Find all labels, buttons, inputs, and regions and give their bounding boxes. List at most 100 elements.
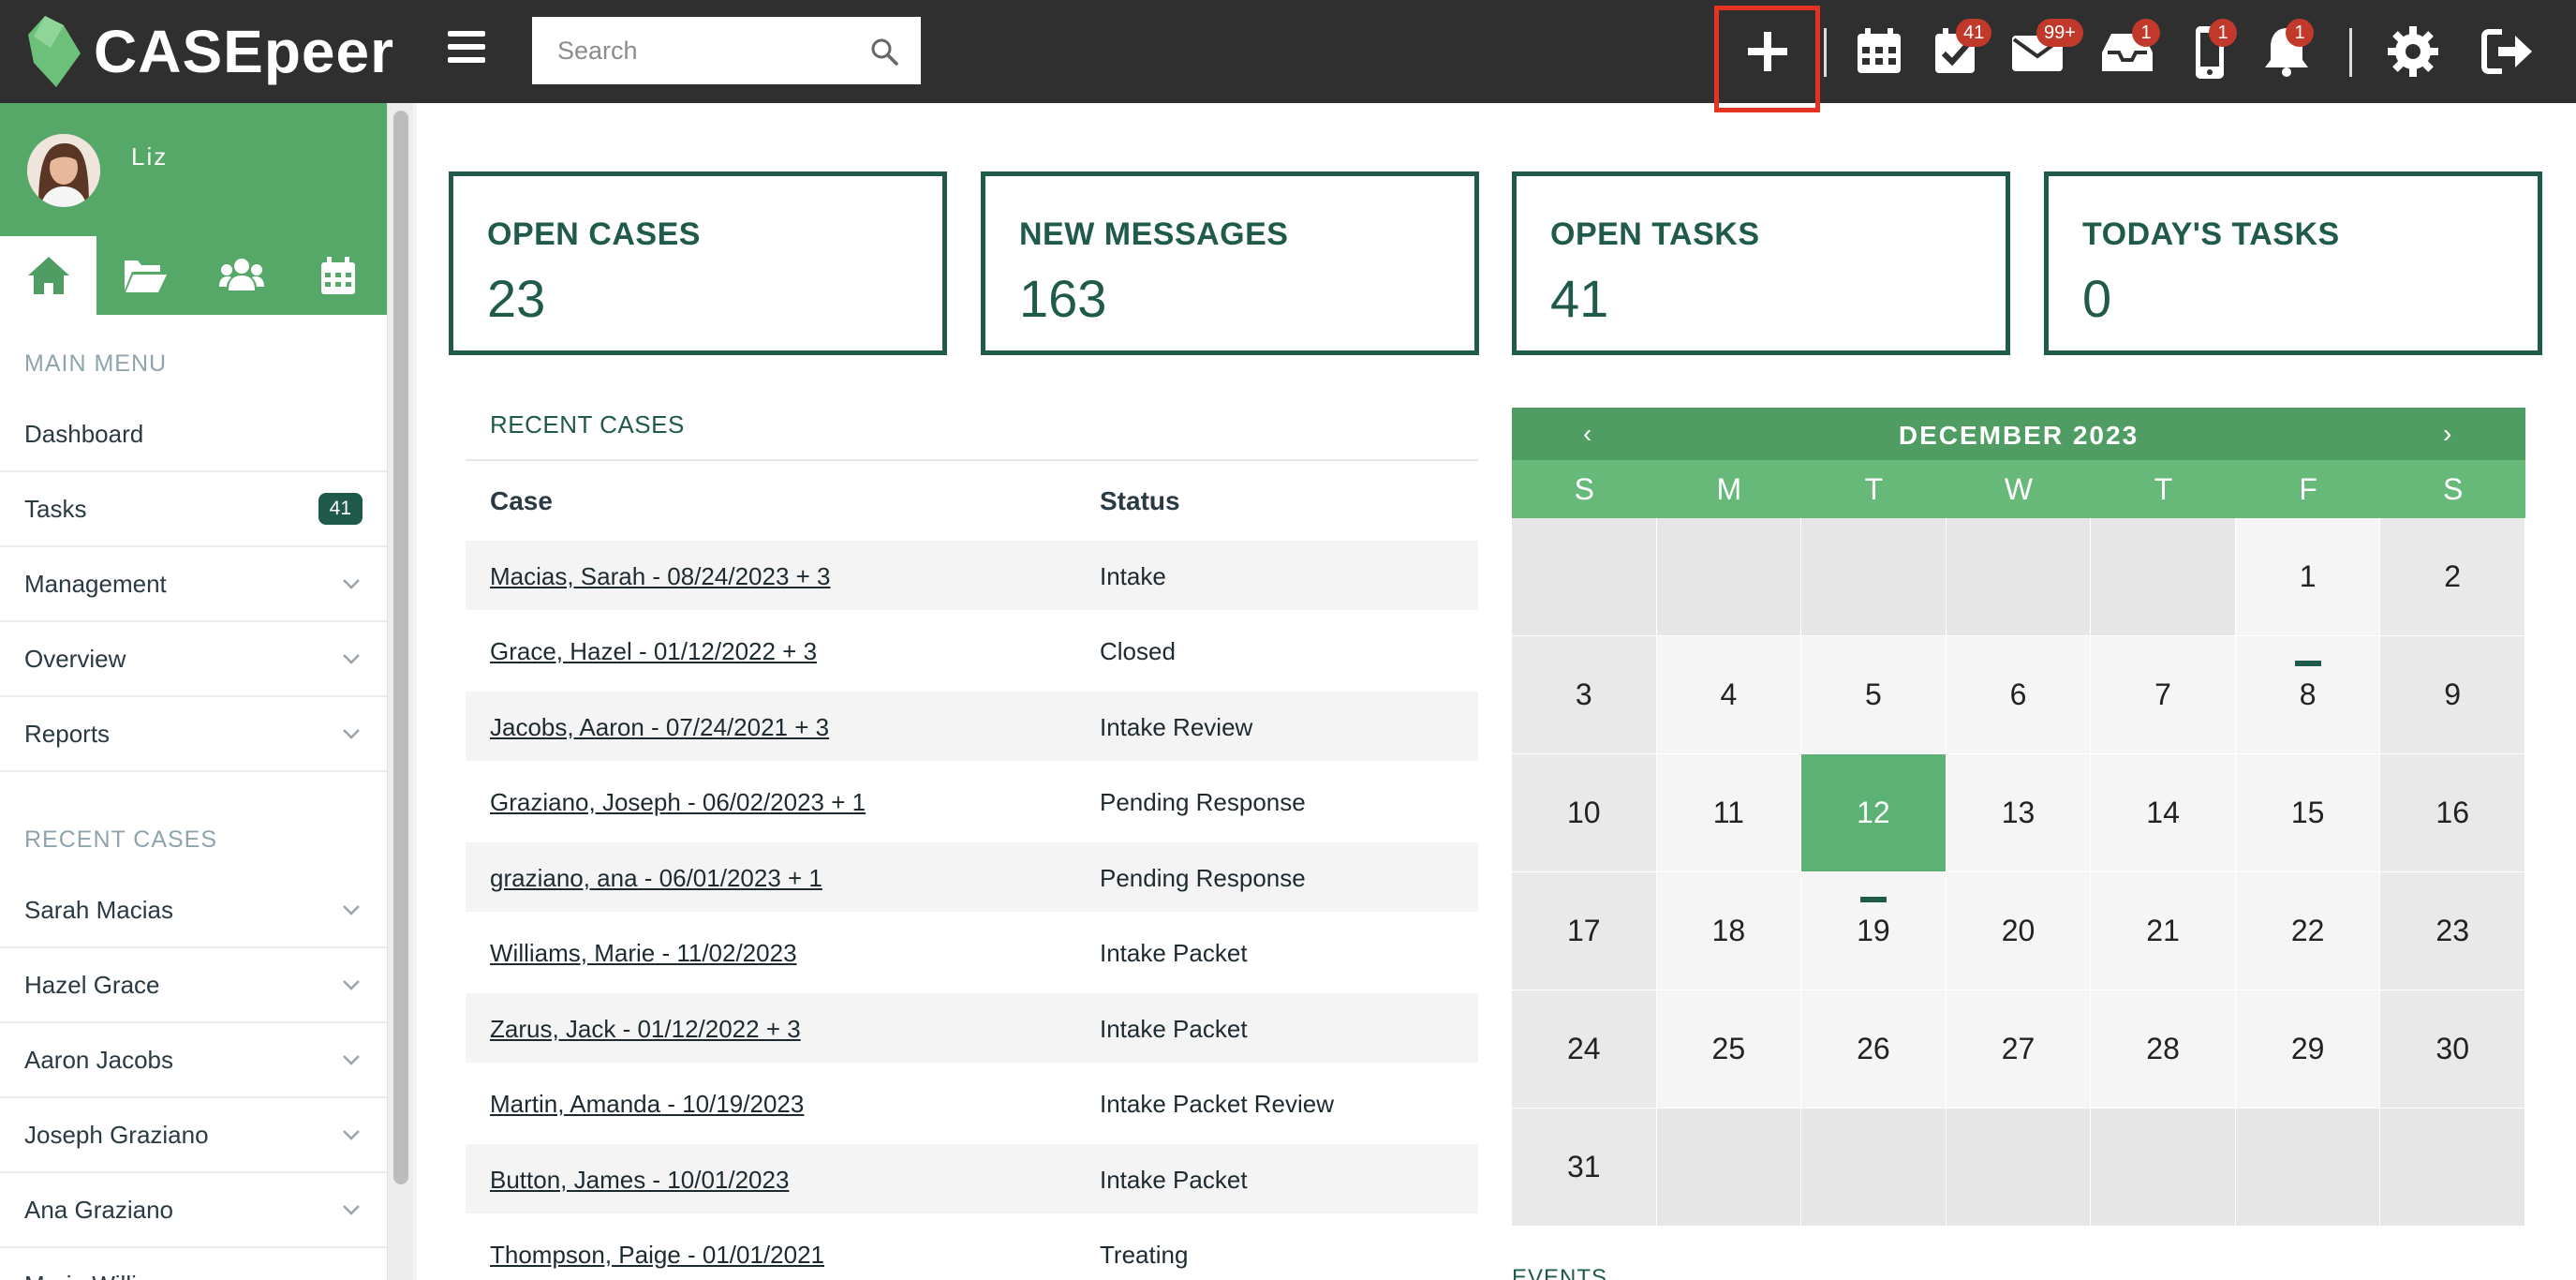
stat-card-open-tasks[interactable]: OPEN TASKS 41 xyxy=(1512,171,2010,355)
calendar-day[interactable]: 9 xyxy=(2380,636,2525,754)
stat-card-todays-tasks[interactable]: TODAY'S TASKS 0 xyxy=(2044,171,2542,355)
calendar-day[interactable]: 25 xyxy=(1656,990,1802,1109)
case-link[interactable]: Grace, Hazel - 01/12/2022 + 3 xyxy=(490,637,817,666)
sidebar-recent-case[interactable]: Ana Graziano xyxy=(0,1173,387,1248)
calendar-day[interactable]: 6 xyxy=(1946,636,2092,754)
sidebar-item-management[interactable]: Management xyxy=(0,547,387,622)
sidebar-scrollbar-thumb[interactable] xyxy=(393,111,408,1184)
case-link[interactable]: Martin, Amanda - 10/19/2023 xyxy=(490,1090,804,1119)
sidebar-item-overview[interactable]: Overview xyxy=(0,622,387,697)
sidebar-recent-case[interactable]: Marie Williams xyxy=(0,1248,387,1280)
phone-icon[interactable]: 1 xyxy=(2183,19,2237,79)
bell-icon[interactable]: 1 xyxy=(2259,19,2314,79)
table-row[interactable]: graziano, ana - 06/01/2023 + 1 Pending R… xyxy=(466,842,1478,912)
calendar-day-today[interactable]: 12 xyxy=(1801,754,1947,872)
calendar-day[interactable]: 7 xyxy=(2091,636,2236,754)
calendar-day[interactable]: 13 xyxy=(1946,754,2092,872)
sidebar-item-label: Overview xyxy=(24,645,126,673)
sidebar-item-reports[interactable]: Reports xyxy=(0,697,387,772)
case-link[interactable]: Jacobs, Aaron - 07/24/2021 + 3 xyxy=(490,713,829,742)
mail-icon[interactable]: 99+ xyxy=(2010,19,2083,79)
calendar-day[interactable]: 1 xyxy=(2235,518,2381,636)
table-row[interactable]: Macias, Sarah - 08/24/2023 + 3 Intake xyxy=(466,541,1478,610)
calendar-day[interactable]: 24 xyxy=(1512,990,1657,1109)
calendar-day-number: 5 xyxy=(1865,677,1882,711)
avatar[interactable] xyxy=(27,134,100,207)
case-link[interactable]: Williams, Marie - 11/02/2023 xyxy=(490,939,797,968)
stat-card-new-messages[interactable]: NEW MESSAGES 163 xyxy=(981,171,1479,355)
sidebar-item-tasks[interactable]: Tasks 41 xyxy=(0,472,387,547)
tab-cases[interactable] xyxy=(96,236,193,315)
table-row[interactable]: Martin, Amanda - 10/19/2023 Intake Packe… xyxy=(466,1068,1478,1138)
calendar-day-number: 23 xyxy=(2435,914,2469,947)
table-row[interactable]: Button, James - 10/01/2023 Intake Packet xyxy=(466,1144,1478,1213)
case-link[interactable]: Button, James - 10/01/2023 xyxy=(490,1166,789,1195)
stat-card-open-cases[interactable]: OPEN CASES 23 xyxy=(449,171,947,355)
calendar-day[interactable]: 28 xyxy=(2091,990,2236,1109)
calendar-day[interactable]: 17 xyxy=(1512,872,1657,990)
table-row[interactable]: Graziano, Joseph - 06/02/2023 + 1 Pendin… xyxy=(466,767,1478,836)
case-status: Intake Packet Review xyxy=(1100,1090,1335,1118)
chevron-down-icon xyxy=(343,1055,360,1065)
sidebar-recent-case[interactable]: Joseph Graziano xyxy=(0,1098,387,1173)
calendar-day-number: 21 xyxy=(2146,914,2180,947)
menu-toggle-icon[interactable] xyxy=(448,31,485,68)
table-row[interactable]: Thompson, Paige - 01/01/2021 Treating xyxy=(466,1219,1478,1280)
tasks-icon[interactable]: 41 xyxy=(1930,19,1992,79)
case-link[interactable]: Zarus, Jack - 01/12/2022 + 3 xyxy=(490,1015,801,1044)
calendar-day[interactable]: 31 xyxy=(1512,1109,1657,1227)
logo-mark-icon xyxy=(28,16,81,87)
top-bar: CASEpeer 41 xyxy=(0,0,2576,112)
case-link[interactable]: graziano, ana - 06/01/2023 + 1 xyxy=(490,864,822,893)
calendar-day[interactable]: 23 xyxy=(2380,872,2525,990)
search-icon[interactable] xyxy=(870,37,898,66)
calendar-day[interactable]: 19 xyxy=(1801,872,1947,990)
case-link[interactable]: Thompson, Paige - 01/01/2021 xyxy=(490,1241,824,1270)
case-link[interactable]: Graziano, Joseph - 06/02/2023 + 1 xyxy=(490,788,866,817)
calendar-day[interactable]: 27 xyxy=(1946,990,2092,1109)
sidebar-recent-case[interactable]: Sarah Macias xyxy=(0,873,387,948)
calendar-day[interactable]: 21 xyxy=(2091,872,2236,990)
calendar-day[interactable]: 18 xyxy=(1656,872,1802,990)
calendar-empty-cell xyxy=(2091,1109,2236,1227)
calendar-day[interactable]: 14 xyxy=(2091,754,2236,872)
calendar-day[interactable]: 3 xyxy=(1512,636,1657,754)
case-status: Intake Review xyxy=(1100,713,1253,741)
calendar-day[interactable]: 15 xyxy=(2235,754,2381,872)
search-input[interactable] xyxy=(532,17,860,84)
case-link[interactable]: Macias, Sarah - 08/24/2023 + 3 xyxy=(490,562,831,591)
sidebar-item-dashboard[interactable]: Dashboard xyxy=(0,397,387,472)
gear-icon[interactable] xyxy=(2386,24,2440,79)
table-row[interactable]: Zarus, Jack - 01/12/2022 + 3 Intake Pack… xyxy=(466,993,1478,1063)
calendar-day-number: 1 xyxy=(2299,559,2317,593)
calendar-day[interactable]: 22 xyxy=(2235,872,2381,990)
calendar-day[interactable]: 11 xyxy=(1656,754,1802,872)
column-header-status[interactable]: Status xyxy=(1100,486,1180,516)
tab-calendar[interactable] xyxy=(290,236,387,315)
tab-contacts[interactable] xyxy=(194,236,290,315)
inbox-icon[interactable]: 1 xyxy=(2100,19,2160,79)
sidebar-recent-case[interactable]: Hazel Grace xyxy=(0,948,387,1023)
calendar-icon[interactable] xyxy=(1852,24,1906,79)
calendar-day[interactable]: 5 xyxy=(1801,636,1947,754)
calendar-day[interactable]: 29 xyxy=(2235,990,2381,1109)
logo[interactable]: CASEpeer xyxy=(28,9,394,94)
calendar-day[interactable]: 2 xyxy=(2380,518,2525,636)
calendar-day[interactable]: 16 xyxy=(2380,754,2525,872)
column-header-case[interactable]: Case xyxy=(490,486,553,516)
calendar-day[interactable]: 20 xyxy=(1946,872,2092,990)
tab-home[interactable] xyxy=(0,236,97,315)
logout-icon[interactable] xyxy=(2480,24,2534,79)
calendar-day[interactable]: 4 xyxy=(1656,636,1802,754)
calendar-day[interactable]: 30 xyxy=(2380,990,2525,1109)
table-row[interactable]: Grace, Hazel - 01/12/2022 + 3 Closed xyxy=(466,616,1478,685)
calendar-day[interactable]: 26 xyxy=(1801,990,1947,1109)
calendar-next-button[interactable]: › xyxy=(2443,419,2451,449)
sidebar-recent-case[interactable]: Aaron Jacobs xyxy=(0,1023,387,1098)
table-row[interactable]: Jacobs, Aaron - 07/24/2021 + 3 Intake Re… xyxy=(466,692,1478,761)
calendar-day[interactable]: 8 xyxy=(2235,636,2381,754)
calendar-day[interactable]: 10 xyxy=(1512,754,1657,872)
stat-value: 23 xyxy=(487,269,546,328)
calendar-day-number: 31 xyxy=(1566,1150,1601,1183)
table-row[interactable]: Williams, Marie - 11/02/2023 Intake Pack… xyxy=(466,917,1478,987)
